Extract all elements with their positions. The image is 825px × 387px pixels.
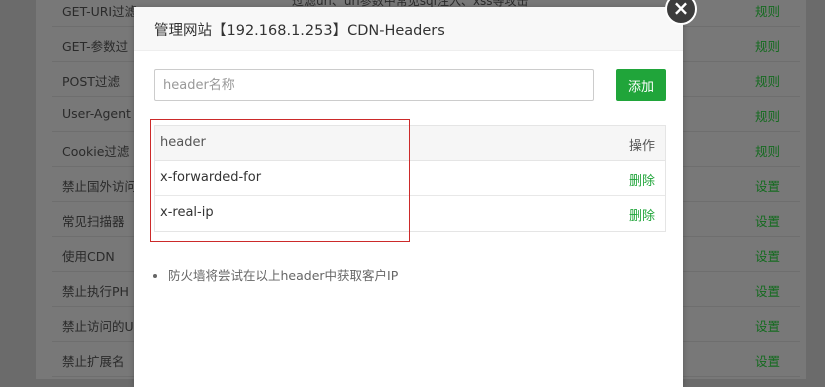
rule-name: 常见扫描器 — [62, 214, 125, 229]
rule-action-link[interactable]: 规则 — [755, 71, 780, 90]
table-row: x-forwarded-for 删除 — [155, 161, 665, 196]
delete-link[interactable]: 删除 — [629, 170, 655, 189]
rule-name: 禁止扩展名 — [62, 354, 125, 369]
rule-action-link[interactable]: 设置 — [755, 281, 780, 300]
table-row: x-real-ip 删除 — [155, 196, 665, 231]
header-value: x-forwarded-for — [160, 170, 262, 185]
table-header-row: header 操作 — [155, 126, 665, 161]
tips-list: 防火墙将尝试在以上header中获取客户IP — [150, 265, 398, 284]
header-name-input[interactable] — [154, 69, 594, 101]
add-button[interactable]: 添加 — [616, 69, 666, 101]
rule-name: GET-URI过滤 — [62, 4, 138, 19]
rule-name: 禁止访问的U — [62, 319, 134, 334]
rule-action-link[interactable]: 设置 — [755, 176, 780, 195]
rule-action-link[interactable]: 规则 — [755, 36, 780, 55]
header-table: header 操作 x-forwarded-for 删除 x-real-ip 删… — [154, 125, 666, 232]
rule-action-link[interactable]: 规则 — [755, 1, 780, 20]
tip-item: 防火墙将尝试在以上header中获取客户IP — [168, 265, 398, 284]
rule-name: 使用CDN — [62, 249, 115, 264]
rule-name: User-Agent — [62, 106, 131, 121]
cdn-headers-dialog: 管理网站【192.168.1.253】CDN-Headers 添加 header… — [134, 7, 683, 387]
dialog-title: 管理网站【192.168.1.253】CDN-Headers — [134, 7, 683, 51]
rule-name: POST过滤 — [62, 74, 120, 89]
rule-action-link[interactable]: 设置 — [755, 316, 780, 335]
rule-name: GET-参数过 — [62, 39, 129, 54]
column-header-header: header — [160, 135, 206, 150]
rule-action-link[interactable]: 规则 — [755, 106, 780, 125]
rule-name: 禁止执行PH — [62, 284, 129, 299]
rule-action-link[interactable]: 设置 — [755, 246, 780, 265]
delete-link[interactable]: 删除 — [629, 205, 655, 224]
column-header-action: 操作 — [628, 139, 655, 154]
rule-action-link[interactable]: 设置 — [755, 211, 780, 230]
header-value: x-real-ip — [160, 205, 214, 220]
rule-action-link[interactable]: 规则 — [755, 141, 780, 160]
rule-action-link[interactable]: 设置 — [755, 351, 780, 370]
rule-name: Cookie过滤 — [62, 144, 130, 159]
rule-name: 禁止国外访问 — [62, 179, 138, 194]
